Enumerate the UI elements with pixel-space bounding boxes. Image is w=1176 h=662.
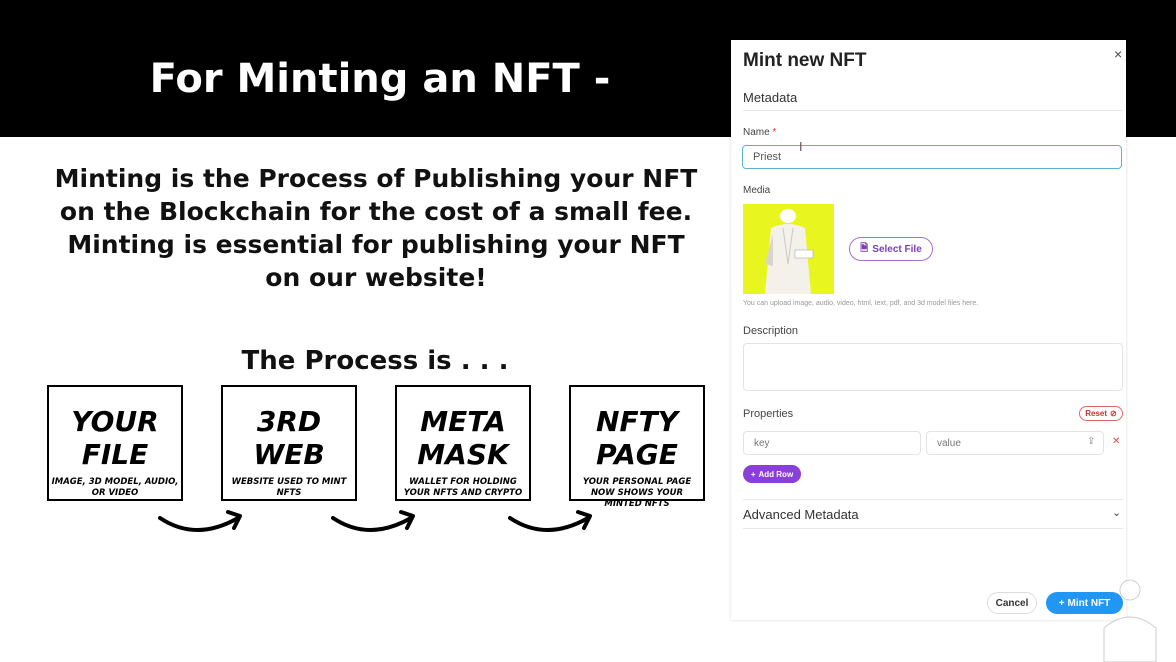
required-marker: *: [772, 127, 777, 138]
step-description: YOUR PERSONAL PAGE NOW SHOWS YOUR MINTED…: [582, 477, 692, 509]
select-file-label: Select File: [872, 243, 922, 255]
file-icon: 🗎: [860, 242, 869, 254]
step-title: 3RD WEB: [223, 405, 355, 471]
plus-icon: +: [1058, 597, 1065, 609]
step-description: WALLET FOR HOLDING YOUR NFTS AND CRYPTO: [403, 477, 523, 498]
media-preview-image: [743, 204, 834, 294]
chevron-down-icon[interactable]: ⌄: [1112, 506, 1121, 519]
curved-arrow-icon: [508, 510, 592, 532]
media-label: Media: [743, 185, 771, 196]
step-title-line2: PAGE: [596, 438, 678, 471]
modal-title: Mint new NFT: [743, 50, 867, 71]
upload-hint: You can upload image, audio, video, html…: [743, 300, 979, 307]
property-key-input[interactable]: [743, 431, 921, 455]
upload-icon[interactable]: ⇪: [1087, 436, 1095, 447]
step-title: NFTY PAGE: [571, 405, 703, 471]
text-cursor-icon: I: [799, 140, 803, 154]
priest-figure-icon: [743, 204, 834, 294]
step-description: IMAGE, 3D MODEL, AUDIO, OR VIDEO: [51, 477, 179, 498]
step-description: WEBSITE USED TO MINT NFTS: [231, 477, 347, 498]
remove-row-icon[interactable]: ✕: [1112, 436, 1120, 447]
advanced-metadata-toggle[interactable]: Advanced Metadata: [743, 507, 859, 522]
cancel-button[interactable]: Cancel: [987, 592, 1037, 614]
curved-arrow-icon: [331, 510, 415, 532]
step-nfty-page: NFTY PAGE YOUR PERSONAL PAGE NOW SHOWS Y…: [569, 385, 705, 509]
add-row-label: Add Row: [758, 469, 794, 479]
step-meta-mask: META MASK WALLET FOR HOLDING YOUR NFTS A…: [395, 385, 531, 501]
properties-label: Properties: [743, 408, 794, 420]
reset-label: Reset: [1085, 409, 1108, 418]
description-textarea[interactable]: [743, 343, 1123, 391]
select-file-button[interactable]: 🗎 Select File: [849, 237, 933, 261]
slide-title: For Minting an NFT -: [149, 56, 611, 102]
metadata-heading: Metadata: [743, 90, 798, 105]
close-icon[interactable]: ×: [1114, 46, 1122, 62]
step-title-line2: MASK: [417, 438, 509, 471]
curved-arrow-icon: [158, 510, 242, 532]
presenter-avatar: [1103, 579, 1157, 662]
intro-text: Minting is the Process of Publishing you…: [54, 164, 698, 292]
step-3rd-web: 3RD WEB WEBSITE USED TO MINT NFTS: [221, 385, 357, 501]
step-title-line1: NFTY: [596, 405, 678, 438]
step-title: YOUR FILE: [49, 405, 181, 471]
step-title-line1: YOUR: [71, 405, 159, 438]
process-heading: The Process is . . .: [241, 346, 509, 376]
divider: [743, 528, 1123, 529]
property-value-input[interactable]: [926, 431, 1104, 455]
divider: [743, 110, 1123, 111]
step-title-line2: FILE: [81, 438, 149, 471]
step-your-file: YOUR FILE IMAGE, 3D MODEL, AUDIO, OR VID…: [47, 385, 183, 501]
add-row-button[interactable]: + Add Row: [743, 465, 801, 483]
plus-icon: +: [750, 469, 756, 479]
description-label: Description: [743, 325, 799, 337]
reset-button[interactable]: Reset ⊘: [1079, 406, 1123, 421]
step-title-line1: 3RD: [256, 405, 322, 438]
divider: [743, 499, 1123, 500]
mint-nft-modal: Mint new NFT × Metadata Name * Media 🗎 S…: [731, 40, 1126, 620]
name-label: Name *: [743, 127, 776, 138]
step-title-line2: WEB: [253, 438, 325, 471]
step-title: META MASK: [397, 405, 529, 471]
reset-icon: ⊘: [1110, 409, 1117, 418]
step-title-line1: META: [420, 405, 506, 438]
name-label-text: Name: [743, 127, 770, 138]
